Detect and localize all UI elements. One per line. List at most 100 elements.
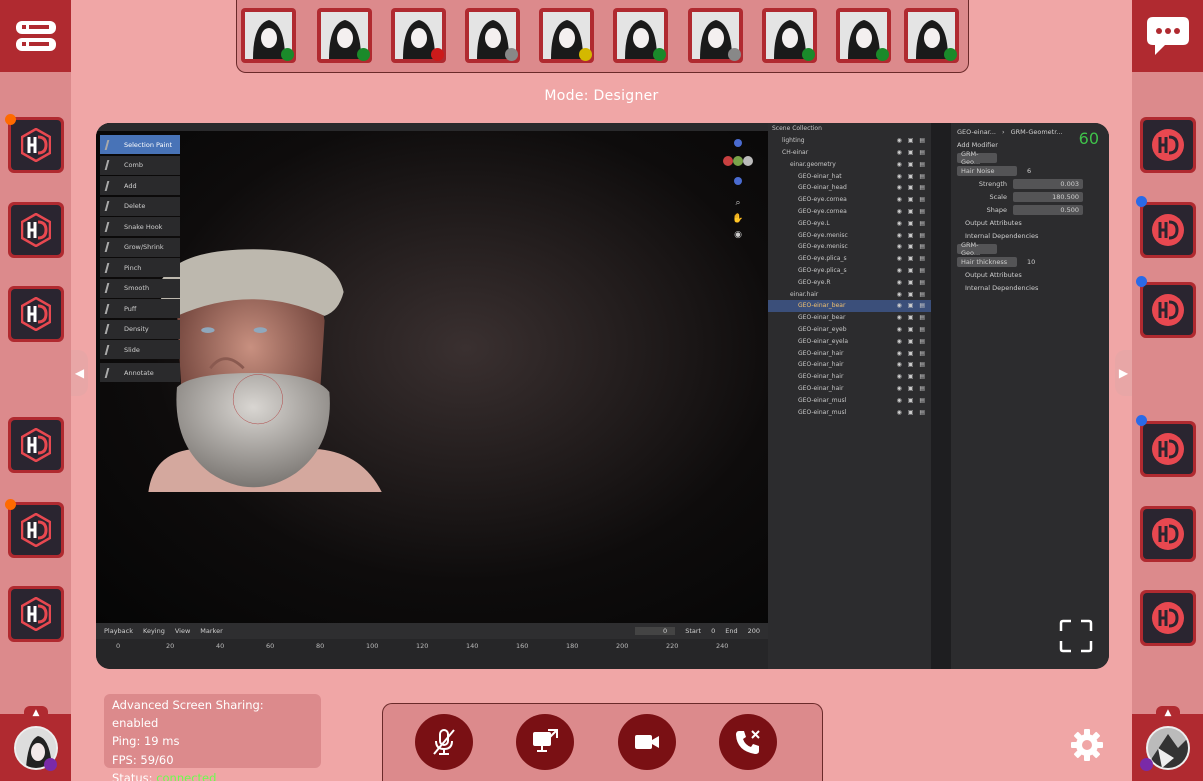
outliner-row[interactable]: GEO-einar_musl ◉ ▣ ▤ [768, 406, 931, 418]
participant-tile[interactable] [317, 8, 372, 63]
visibility-icon[interactable]: ◉ ▣ ▤ [897, 314, 927, 321]
server-button[interactable] [8, 286, 64, 342]
tool-button[interactable]: Slide [100, 340, 180, 359]
visibility-icon[interactable]: ◉ ▣ ▤ [897, 302, 927, 309]
navigation-gizmo[interactable]: ⌕ ✋ ◉ [716, 135, 756, 255]
visibility-icon[interactable]: ◉ ▣ ▤ [897, 208, 927, 215]
participant-tile[interactable] [613, 8, 668, 63]
visibility-icon[interactable]: ◉ ▣ ▤ [897, 326, 927, 333]
shared-screen[interactable]: Selection Paint Comb Add Delete Snake Hook Gr… [96, 123, 1109, 669]
server-button[interactable] [8, 117, 64, 173]
participant-tile[interactable] [688, 8, 743, 63]
server-button[interactable] [8, 202, 64, 258]
outliner-row[interactable]: CH-einar ◉ ▣ ▤ [768, 147, 931, 159]
tool-button[interactable]: Grow/Shrink [100, 237, 180, 257]
chevron-up-icon[interactable]: ▲ [1156, 706, 1180, 720]
outliner-row[interactable]: GEO-eye.cornea ◉ ▣ ▤ [768, 206, 931, 218]
internal-deps-2[interactable]: Internal Dependencies [965, 284, 1038, 292]
visibility-icon[interactable]: ◉ ▣ ▤ [897, 255, 927, 262]
settings-gear-icon[interactable] [1070, 728, 1104, 762]
server-button[interactable] [1140, 590, 1196, 646]
visibility-icon[interactable]: ◉ ▣ ▤ [897, 350, 927, 357]
outliner-row[interactable]: einar.hair ◉ ▣ ▤ [768, 288, 931, 300]
tool-button[interactable]: Smooth [100, 278, 180, 298]
participant-tile[interactable] [465, 8, 520, 63]
server-button[interactable] [8, 417, 64, 473]
timeline-menu-keying[interactable]: Keying [143, 627, 165, 635]
outliner-row[interactable]: GEO-einar_eyeb ◉ ▣ ▤ [768, 324, 931, 336]
visibility-icon[interactable]: ◉ ▣ ▤ [897, 243, 927, 250]
outliner-row[interactable]: einar.geometry ◉ ▣ ▤ [768, 158, 931, 170]
chevron-up-icon[interactable]: ▲ [24, 706, 48, 720]
visibility-icon[interactable]: ◉ ▣ ▤ [897, 373, 927, 380]
output-attributes-1[interactable]: Output Attributes [965, 219, 1022, 227]
outliner-row[interactable]: GEO-eye.R ◉ ▣ ▤ [768, 276, 931, 288]
start-field[interactable]: 0 [711, 627, 715, 635]
server-button[interactable] [8, 586, 64, 642]
outliner-row[interactable]: GEO-einar_musl ◉ ▣ ▤ [768, 394, 931, 406]
shape-field[interactable]: 0.500 [1013, 204, 1083, 215]
visibility-icon[interactable]: ◉ ▣ ▤ [897, 291, 927, 298]
tool-button[interactable]: Annotate [100, 363, 180, 382]
blender-viewport[interactable]: Selection Paint Comb Add Delete Snake Hook Gr… [96, 123, 768, 623]
visibility-icon[interactable]: ◉ ▣ ▤ [897, 397, 927, 404]
visibility-icon[interactable]: ◉ ▣ ▤ [897, 232, 927, 239]
tool-button[interactable]: Selection Paint [100, 135, 180, 154]
tool-button[interactable]: Snake Hook [100, 217, 180, 236]
outliner-row[interactable]: lighting ◉ ▣ ▤ [768, 135, 931, 147]
outliner-row[interactable]: GEO-eye.L ◉ ▣ ▤ [768, 217, 931, 229]
visibility-icon[interactable]: ◉ ▣ ▤ [897, 173, 927, 180]
output-attributes-2[interactable]: Output Attributes [965, 271, 1022, 279]
visibility-icon[interactable]: ◉ ▣ ▤ [897, 409, 927, 416]
visibility-icon[interactable]: ◉ ▣ ▤ [897, 149, 927, 156]
visibility-icon[interactable]: ◉ ▣ ▤ [897, 361, 927, 368]
outliner-row[interactable]: GEO-einar_hair ◉ ▣ ▤ [768, 371, 931, 383]
server-button[interactable] [1140, 117, 1196, 173]
outliner-row[interactable]: GEO-einar_head ◉ ▣ ▤ [768, 182, 931, 194]
outliner-row[interactable]: GEO-eye.cornea ◉ ▣ ▤ [768, 194, 931, 206]
chat-button[interactable] [1132, 0, 1203, 72]
visibility-icon[interactable]: ◉ ▣ ▤ [897, 338, 927, 345]
fullscreen-icon[interactable] [1059, 619, 1093, 653]
current-frame-field[interactable]: 0 [635, 627, 676, 635]
end-call-button[interactable] [719, 714, 777, 770]
add-modifier-button[interactable]: Add Modifier [957, 141, 998, 149]
collapse-right-button[interactable]: ▶ [1115, 350, 1132, 396]
server-button[interactable] [8, 502, 64, 558]
outliner-panel[interactable]: Scene Collection lighting ◉ ▣ ▤ CH-einar ◉ ▣… [768, 123, 931, 669]
participant-tile[interactable] [391, 8, 446, 63]
menu-button[interactable] [0, 0, 71, 72]
server-button[interactable] [1140, 421, 1196, 477]
strength-field[interactable]: 0.003 [1013, 178, 1083, 189]
server-button[interactable] [1140, 282, 1196, 338]
internal-deps-1[interactable]: Internal Dependencies [965, 232, 1038, 240]
tool-button[interactable]: Pinch [100, 258, 180, 277]
hair-noise-field[interactable]: Hair Noise [957, 165, 1017, 176]
mute-microphone-button[interactable] [415, 714, 473, 770]
outliner-row[interactable]: GEO-eye.menisc ◉ ▣ ▤ [768, 229, 931, 241]
visibility-icon[interactable]: ◉ ▣ ▤ [897, 220, 927, 227]
outliner-row[interactable]: GEO-einar_bear ◉ ▣ ▤ [768, 299, 931, 312]
remote-user-tab[interactable]: ▲ [1132, 706, 1203, 781]
outliner-row[interactable]: GEO-einar_hair ◉ ▣ ▤ [768, 347, 931, 359]
timeline-menu-playback[interactable]: Playback [104, 627, 133, 635]
participant-tile[interactable] [836, 8, 891, 63]
visibility-icon[interactable]: ◉ ▣ ▤ [897, 196, 927, 203]
share-screen-button[interactable] [516, 714, 574, 770]
tool-button[interactable]: Comb [100, 155, 180, 175]
tool-button[interactable]: Add [100, 176, 180, 195]
modifier-1-name[interactable]: GRM-Geo... [957, 150, 997, 166]
self-user-tab[interactable]: ▲ [0, 706, 71, 781]
server-button[interactable] [1140, 202, 1196, 258]
timeline-ruler[interactable]: 0 20 40 60 80 100 120 140 160 180 200 220 240 [96, 639, 768, 653]
outliner-row[interactable]: GEO-einar_eyela ◉ ▣ ▤ [768, 335, 931, 347]
participant-tile[interactable] [241, 8, 296, 63]
tool-button[interactable]: Density [100, 319, 180, 339]
server-button[interactable] [1140, 506, 1196, 562]
visibility-icon[interactable]: ◉ ▣ ▤ [897, 161, 927, 168]
tool-button[interactable]: Puff [100, 299, 180, 318]
collapse-left-button[interactable]: ◀ [71, 350, 88, 396]
scale-field[interactable]: 180.500 [1013, 191, 1083, 202]
properties-tabs[interactable] [931, 123, 951, 669]
participant-tile[interactable] [539, 8, 594, 63]
